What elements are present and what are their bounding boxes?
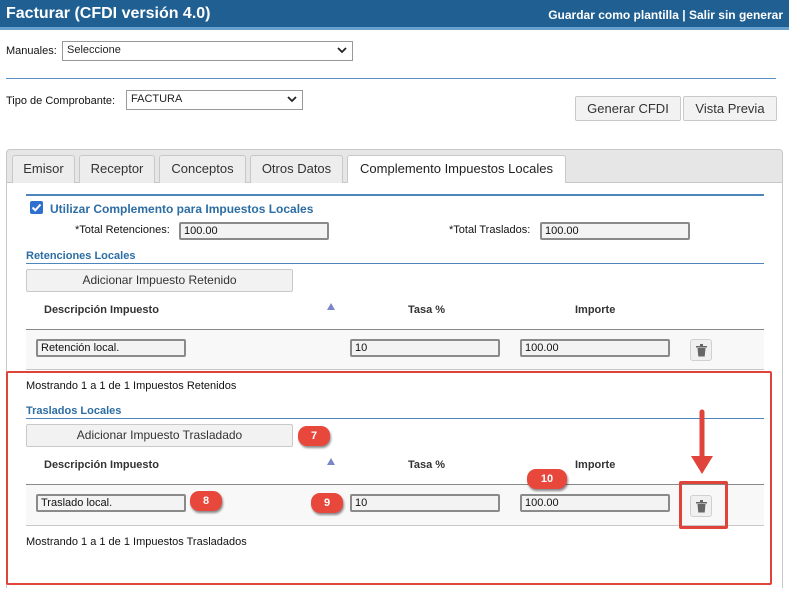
- add-retenido-button[interactable]: Adicionar Impuesto Retenido: [26, 269, 293, 292]
- checkbox-checked-icon: [31, 203, 42, 212]
- trash-icon: [696, 344, 707, 357]
- retencion-tasa-field[interactable]: 10: [350, 339, 500, 357]
- tipo-comprobante-select[interactable]: FACTURA: [126, 90, 303, 110]
- annotation-badge-7: 7: [298, 426, 330, 446]
- annotation-badge-8: 8: [190, 491, 222, 511]
- highlight-box-delete: [679, 481, 728, 529]
- total-traslados-field[interactable]: 100.00: [540, 222, 690, 240]
- arrow-down-icon: [691, 409, 713, 474]
- save-template-link[interactable]: Guardar como plantilla: [548, 8, 679, 22]
- page-title: Facturar (CFDI versión 4.0): [6, 5, 211, 22]
- tipo-comprobante-value: FACTURA: [131, 93, 183, 105]
- retencion-descripcion-field[interactable]: Retención local.: [36, 339, 186, 357]
- tab-complemento-impuestos-locales[interactable]: Complemento Impuestos Locales: [347, 155, 566, 185]
- retenciones-title: Retenciones Locales: [26, 250, 136, 262]
- tab-bar: Emisor Receptor Conceptos Otros Datos Co…: [6, 149, 783, 185]
- highlight-box-traslados: [6, 371, 772, 585]
- tipo-comprobante-label: Tipo de Comprobante:: [6, 95, 116, 107]
- manuales-select-value: Seleccione: [67, 44, 121, 56]
- total-retenciones-field[interactable]: 100.00: [179, 222, 329, 240]
- chevron-down-icon: [287, 96, 297, 103]
- sort-up-icon[interactable]: [327, 303, 335, 310]
- header-links: Guardar como plantilla | Salir sin gener…: [548, 8, 783, 22]
- exit-without-generating-link[interactable]: Salir sin generar: [689, 8, 783, 22]
- retenciones-col-descripcion[interactable]: Descripción Impuesto: [44, 304, 159, 316]
- divider-top: [6, 78, 776, 79]
- header-separator: |: [682, 8, 686, 22]
- retenciones-col-importe[interactable]: Importe: [575, 304, 615, 316]
- annotation-badge-9: 9: [311, 493, 343, 513]
- retenciones-divider: [26, 263, 764, 264]
- header-bar: Facturar (CFDI versión 4.0) Guardar como…: [0, 0, 789, 30]
- preview-button[interactable]: Vista Previa: [683, 96, 777, 121]
- total-retenciones-label: *Total Retenciones:: [75, 224, 170, 236]
- tab-receptor[interactable]: Receptor: [79, 155, 155, 184]
- retencion-importe-field[interactable]: 100.00: [520, 339, 670, 357]
- tab-otros-datos[interactable]: Otros Datos: [250, 155, 343, 184]
- manuales-label: Manuales:: [6, 45, 57, 57]
- tab-emisor[interactable]: Emisor: [12, 155, 75, 184]
- section-divider: [26, 194, 764, 196]
- retenciones-row-line: [26, 369, 764, 370]
- delete-retencion-button[interactable]: [690, 339, 712, 361]
- total-traslados-label: *Total Traslados:: [449, 224, 531, 236]
- chevron-down-icon: [337, 47, 347, 54]
- manuales-select[interactable]: Seleccione: [62, 41, 353, 61]
- tab-conceptos[interactable]: Conceptos: [159, 155, 246, 184]
- generate-cfdi-button[interactable]: Generar CFDI: [575, 96, 681, 121]
- retenciones-col-tasa[interactable]: Tasa %: [408, 304, 445, 316]
- annotation-badge-10: 10: [527, 469, 567, 489]
- use-complemento-label: Utilizar Complemento para Impuestos Loca…: [50, 202, 314, 216]
- use-complemento-checkbox[interactable]: [30, 201, 43, 214]
